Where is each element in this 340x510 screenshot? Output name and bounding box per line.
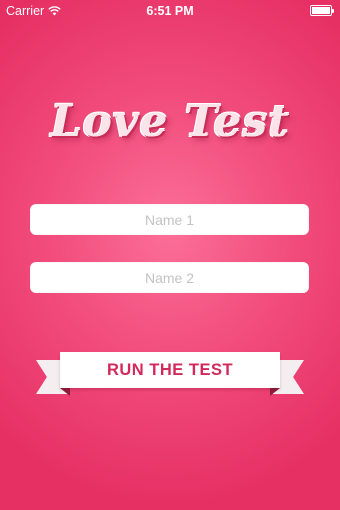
name-2-input[interactable] (30, 262, 309, 293)
run-test-ribbon: RUN THE TEST (36, 348, 304, 406)
battery-icon (310, 5, 334, 16)
battery-level (312, 7, 330, 14)
app-title: Love Test (50, 96, 290, 147)
run-test-button[interactable]: RUN THE TEST (60, 352, 280, 388)
status-time: 6:51 PM (146, 4, 194, 18)
name-1-input[interactable] (30, 204, 309, 235)
status-bar: Carrier 6:51 PM (0, 0, 340, 22)
